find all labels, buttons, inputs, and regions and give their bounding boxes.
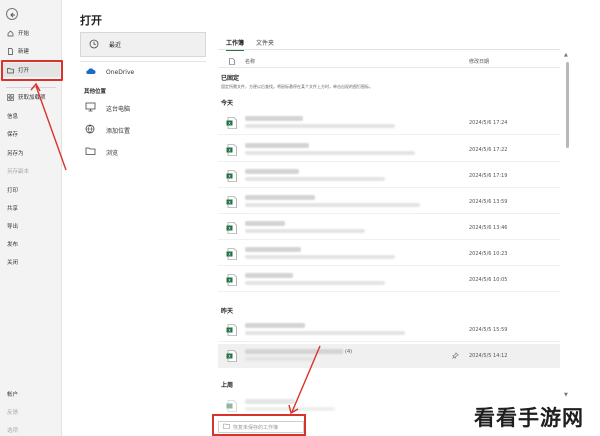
- nav-item-save-as[interactable]: 另存为: [7, 149, 24, 157]
- home-icon: [7, 30, 14, 37]
- nav-item-save[interactable]: 保存: [7, 130, 18, 138]
- file-type-column-icon: [229, 58, 235, 67]
- nav-item-share[interactable]: 共享: [7, 204, 18, 212]
- file-modified-date: 2024/5/6 10:05: [469, 277, 508, 283]
- file-row[interactable]: x 2024/5/6 17:19: [218, 164, 560, 188]
- nav-item-publish[interactable]: 发布: [7, 240, 18, 248]
- file-modified-date: 2024/5/6 17:19: [469, 173, 508, 179]
- excel-file-icon: x: [226, 170, 237, 182]
- excel-file-icon: x: [226, 248, 237, 260]
- excel-file-icon: x: [226, 144, 237, 156]
- location-browse-label: 浏览: [106, 149, 119, 157]
- back-arrow-icon[interactable]: [6, 8, 18, 20]
- file-name-suffix: (4): [345, 349, 353, 355]
- annotation-highlight-recover: [212, 414, 306, 436]
- file-modified-date: 2024/5/6 13:59: [469, 199, 508, 205]
- file-modified-date: 2024/5/6 17:22: [469, 147, 508, 153]
- group-pinned-heading: 已固定: [221, 75, 240, 82]
- nav-item-info[interactable]: 信息: [7, 112, 18, 120]
- column-modified-header[interactable]: 修改日期: [469, 58, 489, 65]
- location-browse[interactable]: 浏览: [85, 146, 118, 158]
- file-row[interactable]: x 2024/5/5 15:59: [218, 318, 560, 342]
- computer-icon: [85, 102, 96, 114]
- folder-icon: [85, 146, 96, 158]
- excel-file-icon: x: [226, 324, 237, 336]
- excel-file-icon: x: [226, 274, 237, 286]
- nav-item-home[interactable]: 开始: [2, 26, 60, 40]
- excel-file-icon: x: [226, 222, 237, 234]
- scroll-down-icon[interactable]: ▼: [564, 392, 568, 398]
- nav-item-export[interactable]: 导出: [7, 222, 18, 230]
- file-modified-date: 2024/5/6 13:46: [469, 225, 508, 231]
- scrollbar-thumb[interactable]: [566, 62, 569, 148]
- group-today-heading: 今天: [221, 100, 234, 107]
- other-locations-heading: 其他位置: [84, 89, 107, 95]
- page-title: 打开: [80, 14, 102, 27]
- nav-item-options[interactable]: 选项: [7, 426, 18, 434]
- pinned-description: 固定所需文件，方便以后查找。将鼠标悬停在某个文件上方时，单击出现的图钉图标。: [221, 84, 373, 89]
- file-modified-date: 2024/5/5 15:59: [469, 327, 508, 333]
- file-modified-date: 2024/5/5 14:12: [469, 353, 508, 359]
- location-onedrive-label: OneDrive: [106, 68, 135, 76]
- location-add-place[interactable]: 添加位置: [85, 124, 130, 136]
- new-file-icon: [7, 47, 14, 55]
- group-yesterday-heading: 昨天: [221, 308, 234, 315]
- pin-icon[interactable]: [452, 352, 459, 359]
- nav-item-get-addins[interactable]: 获取加载项: [2, 90, 60, 104]
- file-modified-date: 2024/5/6 10:23: [469, 251, 508, 257]
- excel-file-icon: x: [226, 196, 237, 208]
- nav-item-label: 新建: [18, 49, 30, 55]
- nav-item-feedback[interactable]: 反馈: [7, 408, 18, 416]
- addins-grid-icon: [7, 93, 14, 101]
- tabs-divider: [218, 49, 560, 50]
- nav-item-close[interactable]: 关闭: [7, 258, 18, 266]
- nav-item-print[interactable]: 打印: [7, 186, 18, 194]
- location-add-place-label: 添加位置: [106, 127, 131, 135]
- file-row[interactable]: x 2024/5/6 10:23: [218, 242, 560, 266]
- watermark-logo: 看看手游网: [474, 406, 584, 430]
- file-row[interactable]: x 2024/5/6 10:05: [218, 268, 560, 292]
- excel-file-icon: [226, 400, 237, 412]
- excel-file-icon: x: [226, 117, 237, 129]
- nav-item-label: 开始: [18, 31, 30, 37]
- location-recent[interactable]: 最近: [80, 32, 206, 57]
- globe-add-icon: [85, 124, 96, 136]
- file-row-hovered[interactable]: x (4) 2024/5/5 14:12: [218, 344, 560, 368]
- nav-item-label: 获取加载项: [18, 95, 46, 101]
- nav-item-new[interactable]: 新建: [2, 44, 60, 58]
- file-modified-date: 2024/5/6 17:24: [469, 120, 508, 126]
- location-this-pc-label: 这台电脑: [106, 105, 131, 113]
- column-name-header[interactable]: 名称: [245, 58, 255, 65]
- file-row[interactable]: x 2024/5/6 17:22: [218, 138, 560, 162]
- location-recent-label: 最近: [109, 42, 122, 49]
- file-row[interactable]: x 2024/5/6 17:24: [218, 111, 560, 135]
- annotation-highlight-open: [1, 60, 63, 81]
- file-row[interactable]: x 2024/5/6 13:59: [218, 190, 560, 214]
- nav-divider: [6, 87, 56, 88]
- clock-icon: [89, 39, 99, 51]
- nav-item-account[interactable]: 帐户: [7, 390, 18, 398]
- group-last-week-heading: 上周: [221, 382, 234, 389]
- file-row[interactable]: x 2024/5/6 13:46: [218, 216, 560, 240]
- cloud-icon: [85, 67, 96, 77]
- locations-divider: [80, 61, 206, 62]
- location-this-pc[interactable]: 这台电脑: [85, 102, 130, 114]
- header-divider: [218, 67, 560, 68]
- location-onedrive[interactable]: OneDrive: [85, 67, 134, 77]
- excel-file-icon: x: [226, 350, 237, 362]
- nav-item-save-copy[interactable]: 另存副本: [7, 167, 29, 175]
